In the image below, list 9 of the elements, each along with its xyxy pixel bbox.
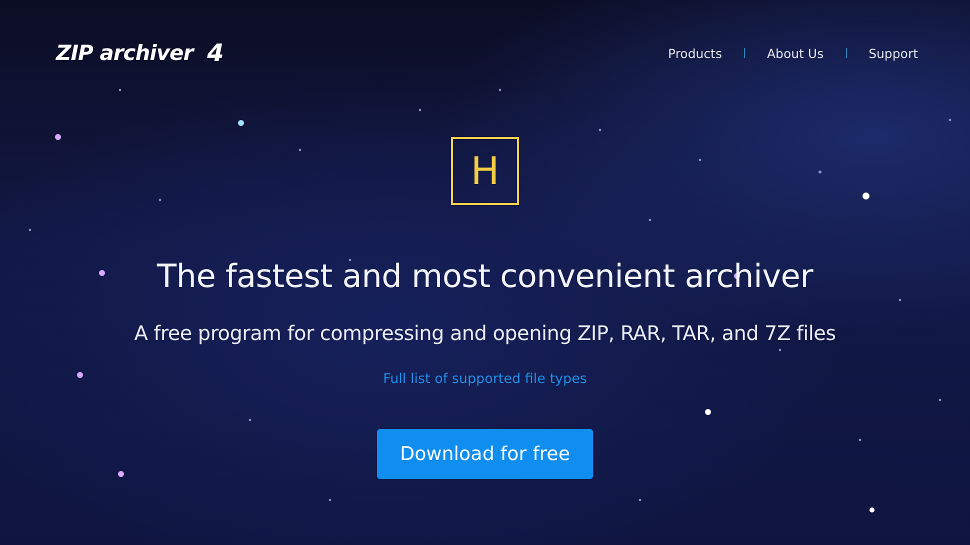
nav-link[interactable]: About Us [766, 46, 824, 60]
hero-subtitle: A free program for compressing and opening ZIP, RAR, TAR, and 7Z files [134, 321, 836, 345]
app-logo-icon: H [451, 137, 519, 205]
hero-title: The fastest and most convenient archiver [157, 257, 813, 295]
nav-link[interactable]: Support [868, 46, 918, 60]
logo-version: 4 [207, 39, 224, 67]
nav-link[interactable]: Products [668, 46, 722, 60]
logo-text: ZIP archiver [56, 41, 194, 65]
file-types-link[interactable]: Full list of supported file types [383, 371, 587, 387]
